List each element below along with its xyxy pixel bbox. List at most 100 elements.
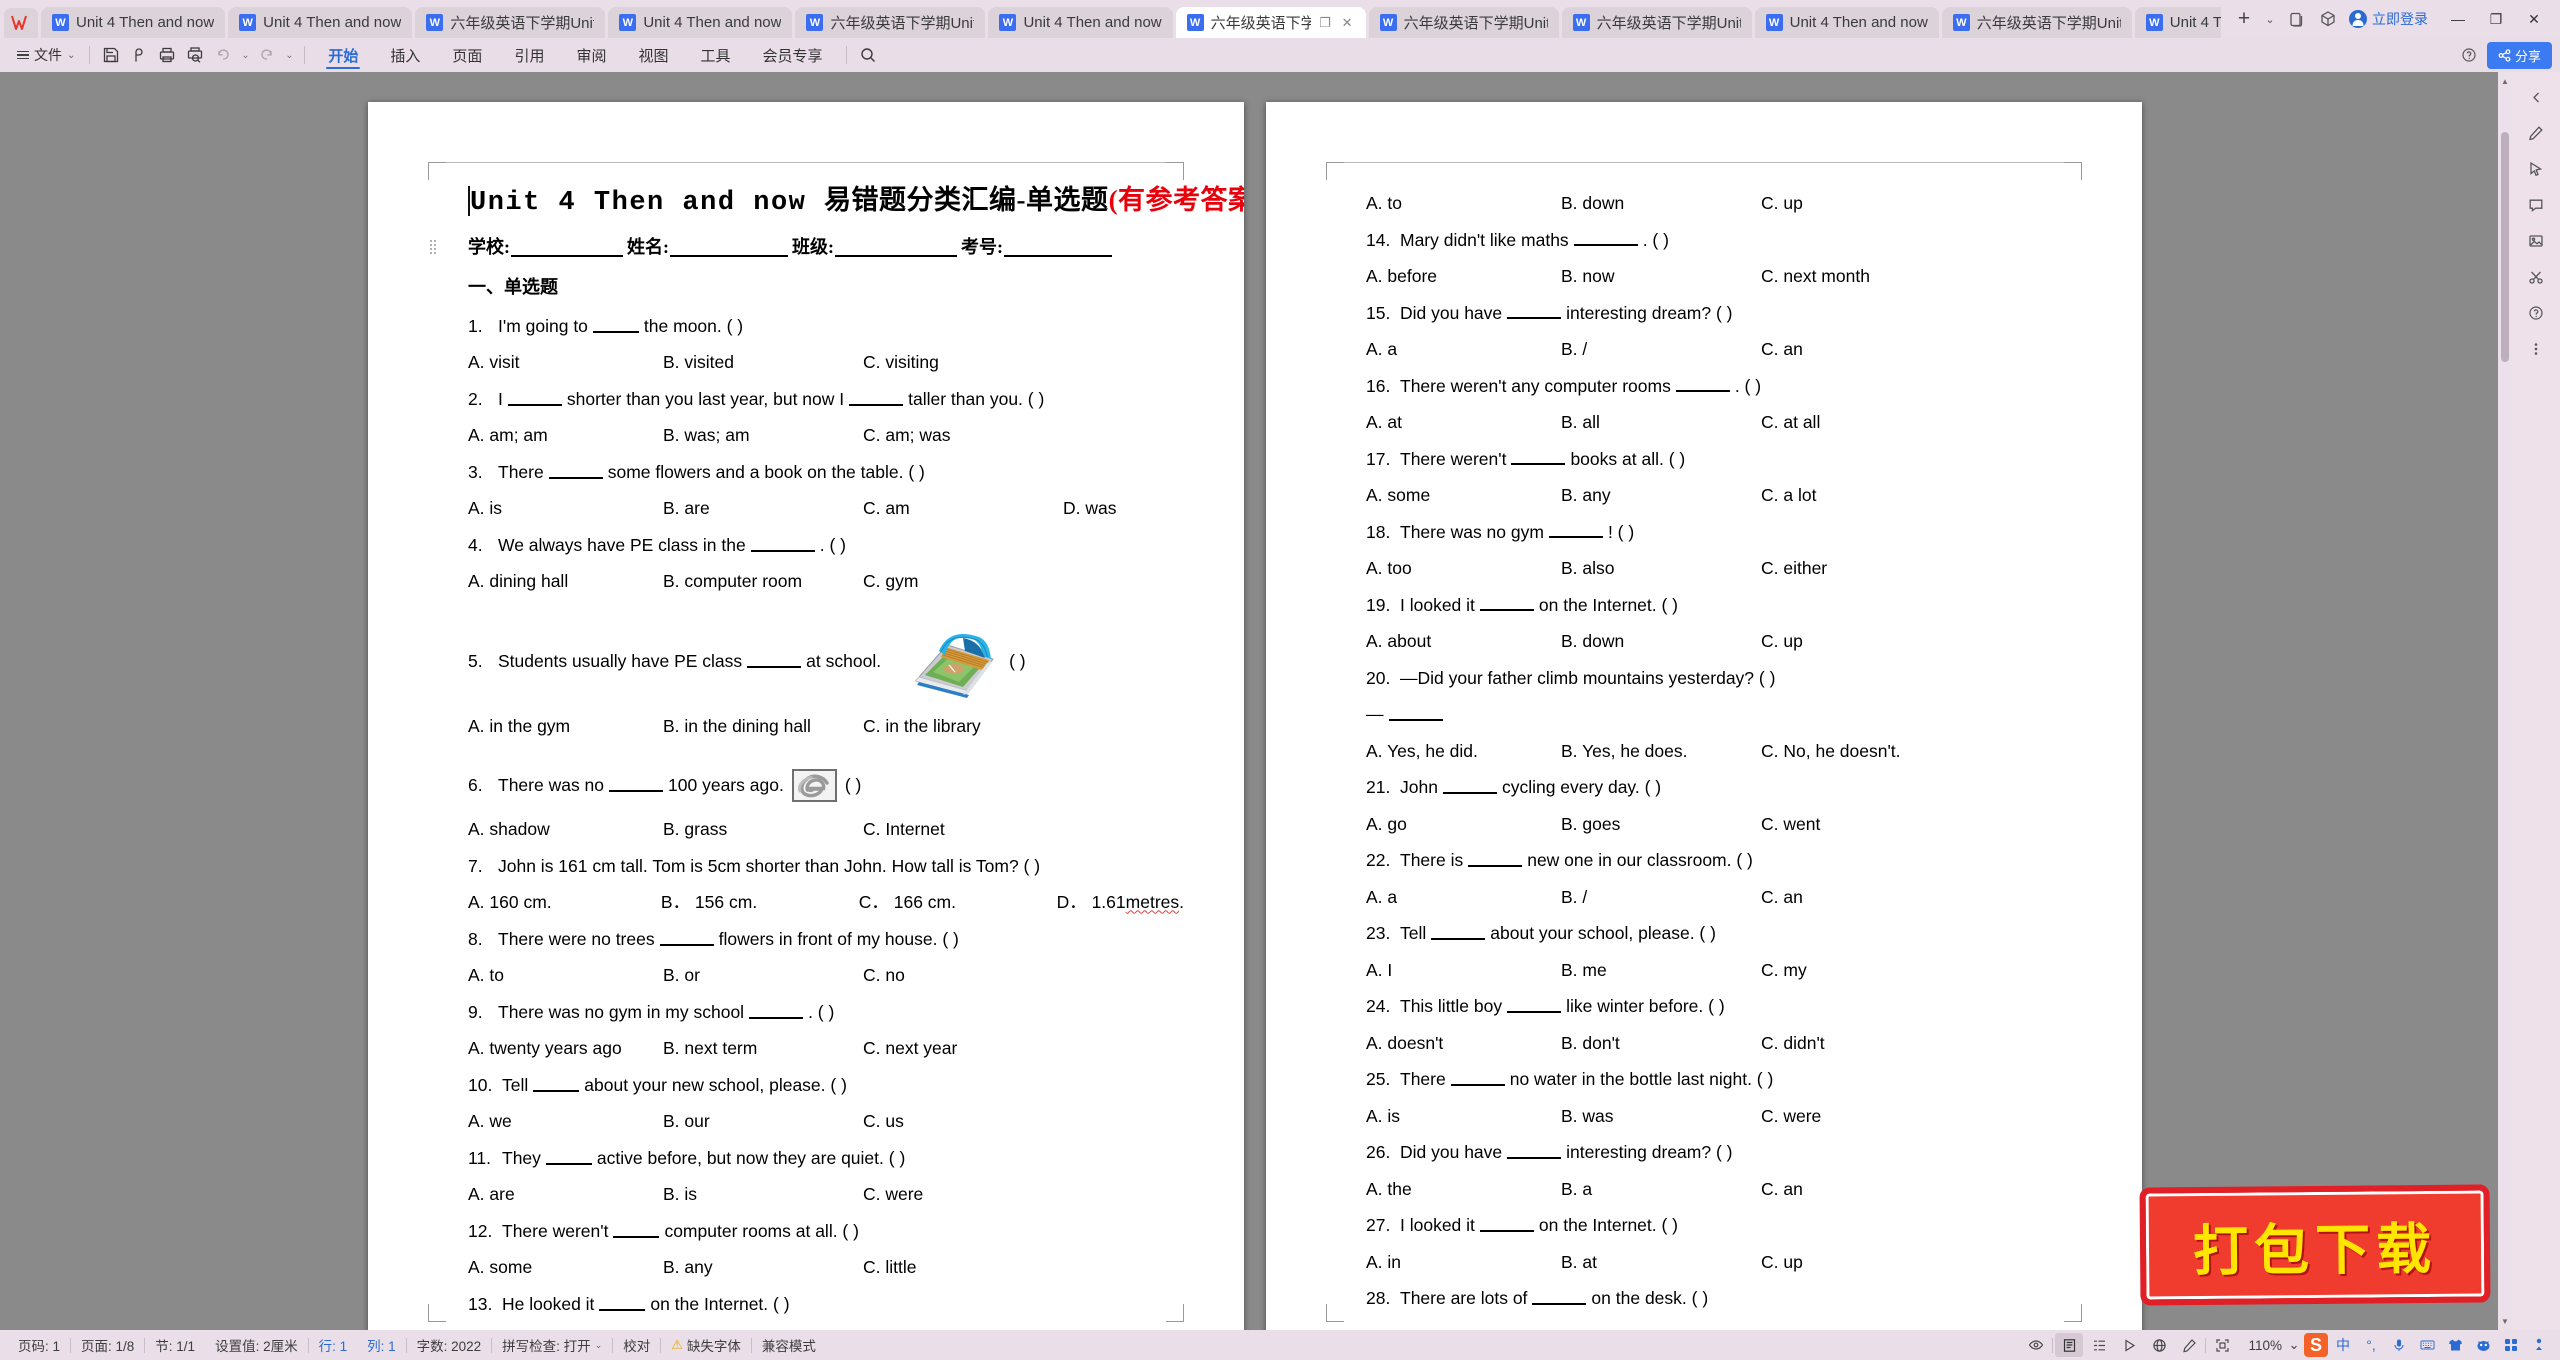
scroll-down-icon[interactable]: ▼: [2498, 1314, 2512, 1328]
status-page-number[interactable]: 页码: 1: [8, 1335, 70, 1355]
skin-tshirt-icon[interactable]: [2442, 1333, 2468, 1357]
redo-chevron-down-icon[interactable]: ⌄: [281, 42, 297, 68]
status-missing-font[interactable]: ⚠ 缺失字体: [661, 1335, 751, 1355]
login-button[interactable]: 立即登录: [2345, 9, 2438, 29]
ime-language-icon[interactable]: 中: [2330, 1333, 2356, 1357]
document-tab[interactable]: W Unit 4 Then and now: [1754, 7, 1939, 38]
answer-blank: [592, 321, 639, 333]
page-layout-view-icon[interactable]: [2055, 1333, 2084, 1357]
file-menu-button[interactable]: 文件 ⌄: [10, 42, 82, 68]
document-page-1[interactable]: Unit 4 Then and now 易错题分类汇编-单选题(有参考答案) 学…: [368, 102, 1244, 1330]
status-compat-mode[interactable]: 兼容模式: [752, 1335, 826, 1355]
ribbon-tab-1[interactable]: 插入: [374, 39, 436, 71]
option-row: A. am; am B. was; am C. am; was: [468, 427, 1184, 445]
ribbon-tab-3[interactable]: 引用: [498, 39, 560, 71]
undo-chevron-down-icon[interactable]: ⌄: [237, 42, 253, 68]
document-tab[interactable]: W 六年级英语下学 ❐ ✕: [1175, 7, 1366, 38]
download-stamp-watermark[interactable]: 打包下载: [2139, 1184, 2491, 1306]
scissors-icon[interactable]: [2519, 260, 2553, 294]
redo-icon[interactable]: [253, 42, 281, 68]
ribbon-tab-5[interactable]: 视图: [622, 39, 684, 71]
tab-close-icon[interactable]: ✕: [1340, 15, 1355, 30]
app-grid-icon[interactable]: [2498, 1333, 2524, 1357]
sogou-ime-logo-icon[interactable]: S: [2304, 1333, 2328, 1357]
web-view-icon[interactable]: [2145, 1333, 2173, 1357]
ribbon-tab-4[interactable]: 审阅: [560, 39, 622, 71]
close-button[interactable]: ✕: [2516, 4, 2552, 34]
presentation-view-icon[interactable]: [2115, 1333, 2143, 1357]
status-word-count[interactable]: 字数: 2022: [407, 1335, 492, 1355]
question-number: 19.: [1366, 594, 1391, 615]
ribbon-tab-2[interactable]: 页面: [436, 39, 498, 71]
status-proofread[interactable]: 校对: [613, 1335, 660, 1355]
document-tab[interactable]: W 六年级英语下学期Unit: [415, 7, 606, 38]
microphone-icon[interactable]: [2386, 1333, 2412, 1357]
undo-icon[interactable]: [209, 42, 237, 68]
print-icon[interactable]: [153, 42, 181, 68]
paragraph-handle[interactable]: [430, 240, 438, 254]
comment-icon[interactable]: [2519, 188, 2553, 222]
exam-info-line: 学校: 姓名: 班级: 考号:: [468, 233, 1184, 259]
tab-detach-icon[interactable]: ❐: [1318, 15, 1333, 30]
image-insert-icon[interactable]: [2519, 224, 2553, 258]
status-spellcheck[interactable]: 拼写检查: 打开 ⌄: [492, 1335, 612, 1355]
ribbon-tab-6[interactable]: 工具: [684, 39, 746, 71]
share-label: 分享: [2514, 48, 2541, 64]
tools-icon[interactable]: [2526, 1333, 2552, 1357]
status-section[interactable]: 节: 1/1: [145, 1335, 205, 1355]
more-options-icon[interactable]: [2519, 332, 2553, 366]
document-tab[interactable]: W 六年级英语下学期Unit: [1941, 7, 2132, 38]
save-icon[interactable]: [97, 42, 125, 68]
question-text-b: interesting dream? ( ): [1566, 1142, 1733, 1162]
document-tab[interactable]: W Unit 4 Then and now: [988, 7, 1173, 38]
vertical-scrollbar[interactable]: ▲ ▼: [2498, 72, 2512, 1330]
fit-page-icon[interactable]: [2208, 1333, 2236, 1357]
document-tab[interactable]: W Unit 4 Then and now: [228, 7, 413, 38]
question-paren: ( ): [1009, 651, 1026, 671]
option-row: A. some B. any C. little: [468, 1259, 1184, 1277]
zoom-chevron-down-icon[interactable]: ⌄: [2286, 1333, 2302, 1357]
document-tab[interactable]: W Unit 4 Then and now: [608, 7, 793, 38]
document-page-2[interactable]: A. to B. down C. up 14. Mary didn't like mat…: [1266, 102, 2142, 1330]
apps-cube-icon[interactable]: [2313, 5, 2343, 33]
scroll-up-icon[interactable]: ▲: [2498, 74, 2512, 88]
help-circle-icon[interactable]: [2455, 42, 2483, 68]
collapse-panel-icon[interactable]: [2519, 80, 2553, 114]
document-tab[interactable]: W Unit 4 Then and now: [2134, 7, 2221, 38]
option-a: A. is: [1366, 1105, 1401, 1126]
zoom-level[interactable]: 110%: [2238, 1338, 2284, 1353]
help-icon[interactable]: [2519, 296, 2553, 330]
outline-view-icon[interactable]: [2085, 1333, 2113, 1357]
emoji-icon[interactable]: [2470, 1333, 2496, 1357]
question-text-b: . ( ): [1642, 229, 1669, 250]
document-tab[interactable]: W 六年级英语下学期Unit: [1561, 7, 1752, 38]
maximize-button[interactable]: ❐: [2478, 4, 2514, 34]
scrollbar-thumb[interactable]: [2501, 132, 2509, 362]
print-preview-icon[interactable]: [181, 42, 209, 68]
wps-logo-icon[interactable]: [4, 8, 38, 38]
search-icon[interactable]: [854, 42, 882, 68]
copy-window-icon[interactable]: [2281, 5, 2311, 33]
new-tab-button[interactable]: +: [2229, 5, 2259, 33]
status-row[interactable]: 行: 1: [309, 1335, 358, 1355]
select-cursor-icon[interactable]: [2519, 152, 2553, 186]
edit-pencil-icon[interactable]: [2519, 116, 2553, 150]
eye-preview-icon[interactable]: [2022, 1333, 2050, 1357]
status-page-of[interactable]: 页面: 1/8: [71, 1335, 144, 1355]
document-canvas[interactable]: Unit 4 Then and now 易错题分类汇编-单选题(有参考答案) 学…: [0, 72, 2560, 1330]
minimize-button[interactable]: —: [2440, 4, 2476, 34]
keyboard-icon[interactable]: [2414, 1333, 2440, 1357]
ribbon-tab-7[interactable]: 会员专享: [747, 39, 839, 71]
ribbon-tab-0[interactable]: 开始: [312, 39, 374, 71]
status-setting-value[interactable]: 设置值: 2厘米: [205, 1335, 308, 1355]
status-col[interactable]: 列: 1: [357, 1335, 406, 1355]
tab-list-chevron-down-icon[interactable]: ⌄: [2261, 5, 2279, 33]
document-tab[interactable]: W 六年级英语下学期Unit: [795, 7, 986, 38]
share-button[interactable]: 分享: [2486, 41, 2552, 69]
question-row: 9. There was no gym in my school . ( ): [468, 1003, 1184, 1022]
document-tab[interactable]: W Unit 4 Then and now: [41, 7, 226, 38]
ime-punctuation-icon[interactable]: °,: [2358, 1333, 2384, 1357]
save-as-cloud-icon[interactable]: [125, 42, 153, 68]
highlighter-icon[interactable]: [2175, 1333, 2203, 1357]
document-tab[interactable]: W 六年级英语下学期Unit: [1368, 7, 1559, 38]
